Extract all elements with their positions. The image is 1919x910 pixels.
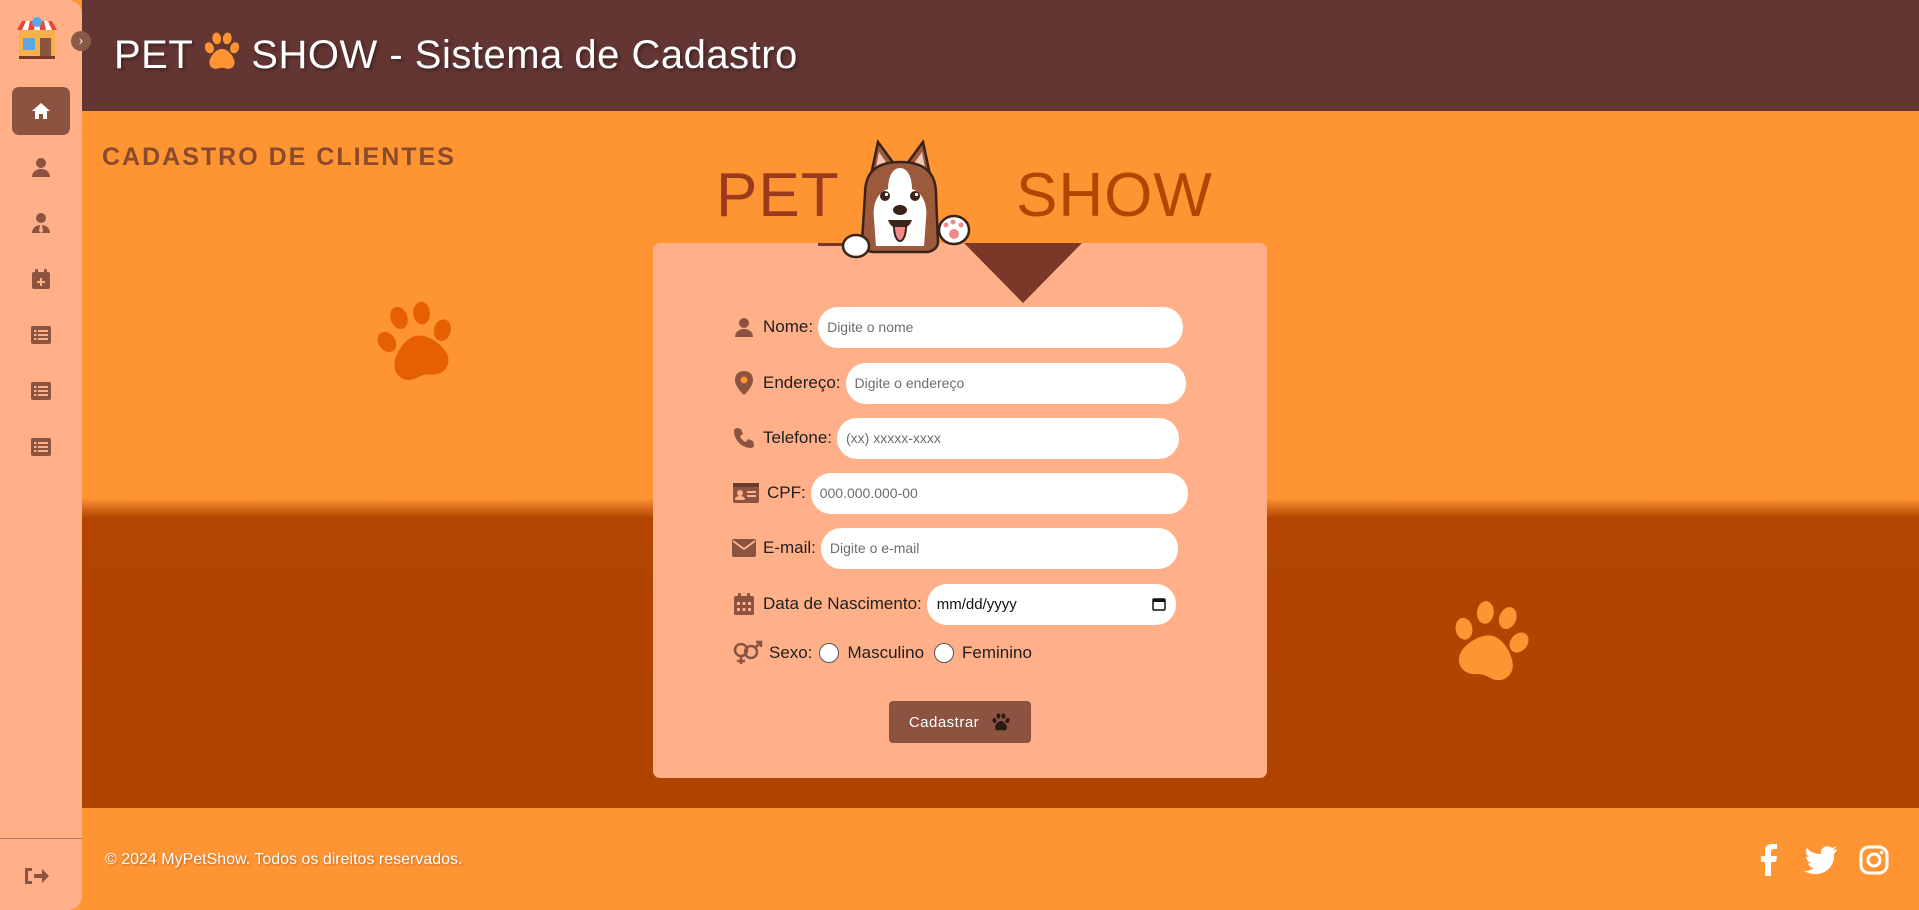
decorative-paw-icon bbox=[1455, 601, 1529, 681]
nascimento-label: Data de Nascimento: bbox=[763, 594, 922, 613]
husky-dog-icon bbox=[841, 139, 971, 259]
app-header: PET SHOW - Sistema de Cadastro bbox=[82, 0, 1919, 111]
map-pin-icon bbox=[731, 370, 757, 396]
user-icon bbox=[731, 314, 757, 340]
masculino-label: Masculino bbox=[847, 643, 925, 662]
telefone-input[interactable] bbox=[837, 417, 1179, 459]
logo-text-show: SHOW bbox=[1016, 161, 1213, 230]
sexo-label: Sexo: bbox=[769, 643, 813, 662]
envelope-icon bbox=[731, 535, 757, 561]
copyright-text: © 2024 MyPetShow. Todos os direitos rese… bbox=[105, 851, 463, 868]
app-title-right: SHOW - Sistema de Cadastro bbox=[251, 33, 798, 77]
id-card-icon bbox=[731, 480, 761, 506]
calendar-plus-icon bbox=[32, 269, 50, 289]
list-icon bbox=[31, 326, 51, 344]
masculino-radio[interactable] bbox=[819, 643, 840, 663]
cpf-label: CPF: bbox=[767, 483, 806, 502]
nome-label: Nome: bbox=[763, 317, 814, 336]
sidebar-item-agendamento[interactable] bbox=[12, 255, 70, 303]
card-notch bbox=[964, 243, 1082, 303]
twitter-icon[interactable] bbox=[1804, 844, 1838, 876]
phone-icon bbox=[731, 425, 757, 451]
list-icon bbox=[31, 382, 51, 400]
page-title: CADASTRO DE CLIENTES bbox=[102, 143, 456, 171]
cadastrar-label: Cadastrar bbox=[908, 713, 980, 731]
user-icon bbox=[32, 158, 50, 177]
sidebar-item-lista-1[interactable] bbox=[12, 311, 70, 359]
endereco-label: Endereço: bbox=[763, 373, 841, 392]
telefone-label: Telefone: bbox=[763, 428, 832, 447]
feminino-label: Feminino bbox=[962, 643, 1032, 662]
nascimento-row: Data de Nascimento: mm/dd/yyyy bbox=[731, 583, 1176, 625]
nome-input[interactable] bbox=[818, 306, 1184, 348]
date-value: mm/dd/yyyy bbox=[936, 595, 1017, 613]
list-icon bbox=[31, 438, 51, 456]
sidebar-divider bbox=[0, 838, 82, 839]
gender-icon bbox=[731, 640, 763, 666]
paw-icon bbox=[205, 32, 240, 69]
instagram-icon[interactable] bbox=[1858, 844, 1890, 876]
nascimento-date-input[interactable]: mm/dd/yyyy bbox=[926, 583, 1176, 625]
sidebar-item-funcionarios[interactable] bbox=[12, 199, 70, 247]
sidebar-item-lista-2[interactable] bbox=[12, 367, 70, 415]
endereco-input[interactable] bbox=[845, 362, 1186, 404]
app-title-left: PET bbox=[114, 33, 194, 77]
facebook-icon[interactable] bbox=[1753, 844, 1785, 876]
telefone-row: Telefone: bbox=[731, 417, 1179, 459]
sidebar-item-home[interactable] bbox=[12, 87, 70, 135]
petshop-logo-icon bbox=[17, 17, 57, 59]
feminino-radio[interactable] bbox=[934, 643, 955, 663]
paw-icon bbox=[992, 713, 1010, 731]
date-picker-icon[interactable] bbox=[1152, 597, 1166, 611]
app-title: PET SHOW - Sistema de Cadastro bbox=[114, 30, 798, 78]
email-row: E-mail: bbox=[731, 527, 1178, 569]
sidebar-toggle-button[interactable]: › bbox=[71, 31, 91, 51]
logout-icon[interactable] bbox=[22, 864, 50, 888]
cpf-row: CPF: bbox=[731, 472, 1188, 514]
decorative-paw-icon bbox=[377, 301, 451, 380]
nome-row: Nome: bbox=[731, 306, 1184, 348]
sidebar: › bbox=[0, 0, 91, 910]
cadastrar-button[interactable]: Cadastrar bbox=[889, 701, 1031, 743]
cpf-input[interactable] bbox=[810, 472, 1188, 514]
employee-icon bbox=[32, 213, 50, 233]
email-input[interactable] bbox=[820, 527, 1178, 569]
home-icon bbox=[32, 103, 50, 119]
footer: © 2024 MyPetShow. Todos os direitos rese… bbox=[82, 808, 1919, 910]
endereco-row: Endereço: bbox=[731, 362, 1186, 404]
sidebar-item-lista-3[interactable] bbox=[12, 423, 70, 471]
calendar-icon bbox=[731, 591, 757, 617]
email-label: E-mail: bbox=[763, 538, 816, 557]
sexo-row: Sexo: Masculino Feminino bbox=[731, 632, 1040, 674]
sidebar-item-clientes[interactable] bbox=[12, 143, 70, 191]
